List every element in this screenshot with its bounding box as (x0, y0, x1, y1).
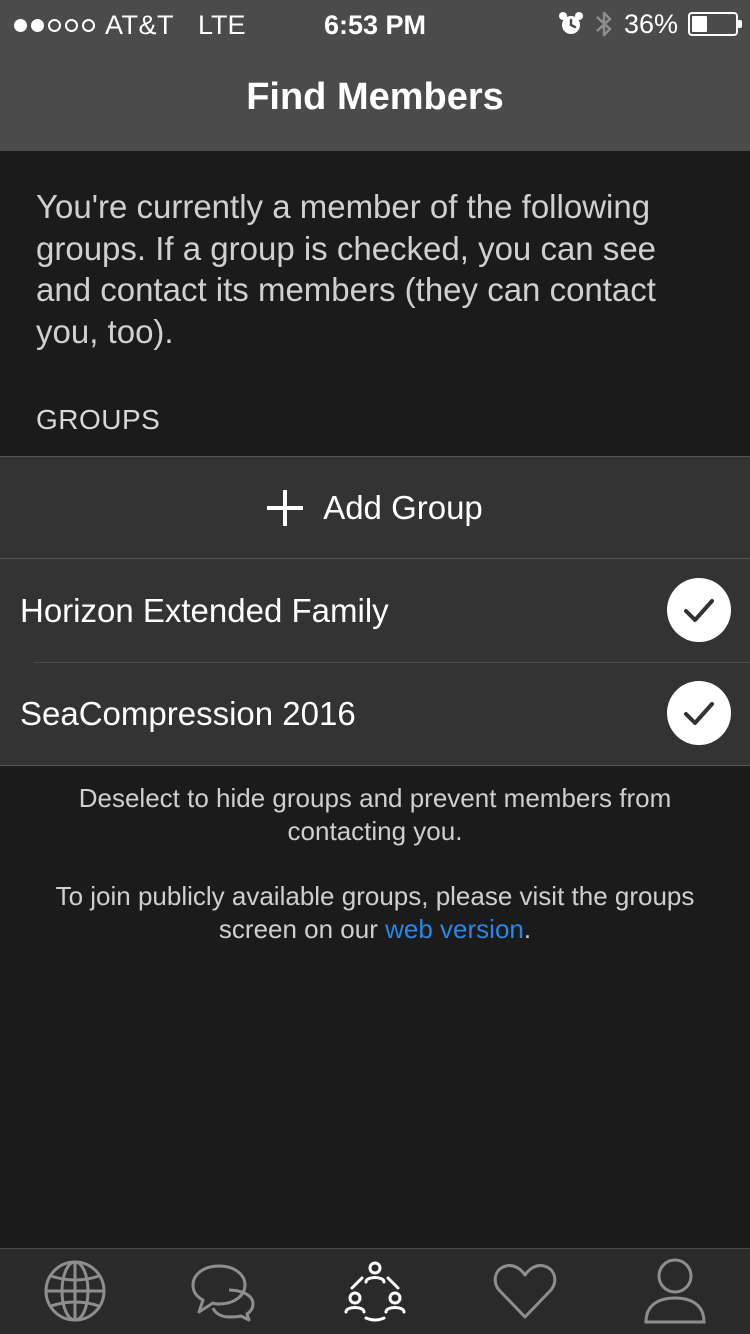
group-row-horizon-extended-family[interactable]: Horizon Extended Family (0, 559, 750, 662)
tab-favorites[interactable] (485, 1255, 565, 1327)
top-bar: AT&T LTE 6:53 PM 36% Find Members (0, 0, 750, 151)
tab-bar (0, 1248, 750, 1334)
bluetooth-icon (596, 11, 612, 37)
battery-percent: 36% (623, 8, 678, 39)
add-group-label: Add Group (323, 488, 483, 526)
page-title: Find Members (246, 76, 504, 118)
web-version-link[interactable]: web version (385, 914, 524, 944)
plus-icon (267, 489, 304, 526)
deselect-note: Deselect to hide groups and prevent memb… (78, 783, 672, 846)
add-group-button[interactable]: Add Group (0, 457, 750, 559)
find-members-screen: AT&T LTE 6:53 PM 36% Find Members You're… (0, 0, 750, 1334)
chat-bubbles-icon (191, 1264, 255, 1322)
globe-icon (44, 1260, 106, 1322)
group-network-icon (344, 1261, 406, 1322)
carrier-name: AT&T (105, 10, 174, 40)
group-label: Horizon Extended Family (20, 591, 389, 629)
status-bar: AT&T LTE 6:53 PM 36% (0, 0, 750, 52)
tab-explore[interactable] (35, 1255, 115, 1327)
profile-icon (644, 1258, 706, 1324)
tab-profile[interactable] (635, 1255, 715, 1327)
checkmark-toggle-icon[interactable] (667, 578, 731, 642)
tab-messages[interactable] (184, 1255, 264, 1327)
join-groups-note: To join publicly available groups, pleas… (55, 881, 695, 944)
group-row-seacompression-2016[interactable]: SeaCompression 2016 (0, 662, 750, 765)
heart-icon (493, 1264, 557, 1319)
status-time: 6:53 PM (323, 10, 427, 40)
signal-strength-icon (14, 19, 95, 32)
group-label: SeaCompression 2016 (20, 694, 356, 732)
groups-section-header: GROUPS (36, 404, 161, 435)
tab-find-members[interactable] (335, 1255, 415, 1327)
battery-icon (688, 12, 742, 36)
intro-text: You're currently a member of the followi… (36, 188, 657, 350)
network-type: LTE (198, 10, 246, 40)
checkmark-toggle-icon[interactable] (667, 681, 731, 745)
alarm-icon (558, 12, 583, 34)
groups-list: Add Group Horizon Extended Family SeaCom… (0, 456, 750, 766)
battery-level-fill (692, 16, 707, 32)
